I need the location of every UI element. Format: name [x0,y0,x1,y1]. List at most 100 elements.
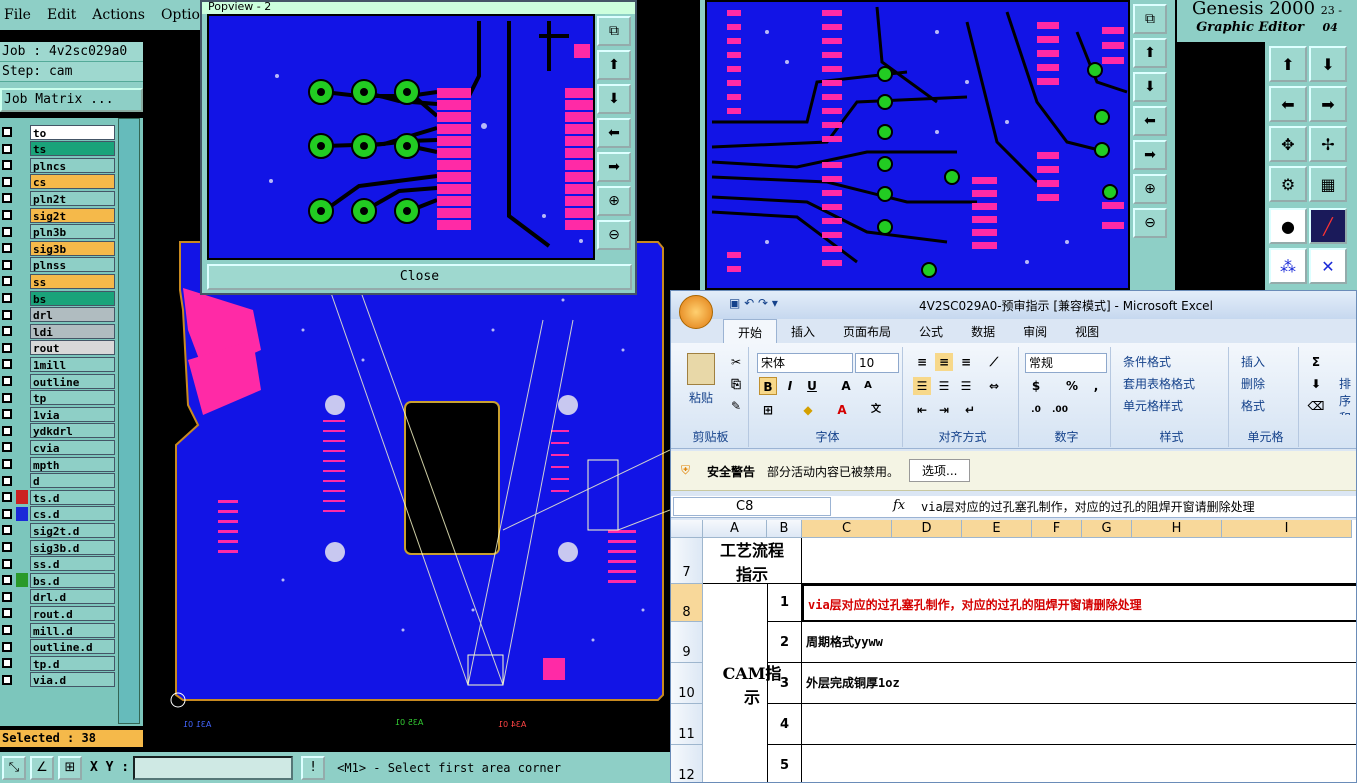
fill-color-icon[interactable]: ◆ [799,401,817,419]
layer-checkbox[interactable] [2,641,12,652]
layer-row[interactable]: plncs [0,157,115,173]
layer-row[interactable]: 1via [0,406,115,422]
zoom-window-icon[interactable]: ⤡ [2,755,26,780]
ribbon-tab[interactable]: 插入 [777,319,829,343]
item-number-cell[interactable]: 3 [767,663,802,704]
layer-name[interactable]: sig2t.d [30,522,115,538]
column-header[interactable]: B [767,520,802,538]
drill-tool-icon[interactable]: ● [1269,208,1307,244]
security-options-button[interactable]: 选项... [909,459,971,482]
layer-checkbox[interactable] [2,226,12,237]
layer-row[interactable]: cs [0,174,115,190]
column-header[interactable]: D [892,520,962,538]
xy-input[interactable] [133,755,294,780]
layer-name[interactable]: via.d [30,672,115,688]
layer-checkbox[interactable] [2,259,12,270]
layer-checkbox[interactable] [2,309,12,320]
conditional-format-button[interactable]: 条件格式 [1123,353,1171,370]
layer-name[interactable]: rout [30,340,115,356]
layer-row[interactable]: mill.d [0,622,115,638]
row-header[interactable]: 8 [671,584,703,622]
instruction-cell[interactable]: 周期格式yyww [802,622,1356,663]
pan-left-icon[interactable]: ⬅ [597,118,631,148]
zoom-in-icon[interactable]: ⊕ [597,186,631,216]
layer-row[interactable]: ts [0,141,115,157]
layer-row[interactable]: sig3b.d [0,539,115,555]
fill-icon[interactable]: ⬇ [1307,375,1325,393]
pan-left-icon[interactable]: ⬅ [1133,106,1167,136]
close-button[interactable]: Close [207,264,632,290]
align-left-icon[interactable]: ☰ [913,377,931,395]
autosum-icon[interactable]: Σ [1307,353,1325,371]
ribbon-tab[interactable]: 审阅 [1009,319,1061,343]
align-right-icon[interactable]: ☰ [957,377,975,395]
layer-name[interactable]: plnss [30,257,115,273]
merge-center-icon[interactable]: ⇔ [985,377,1003,395]
layer-checkbox[interactable] [2,376,12,386]
job-matrix-button[interactable]: Job Matrix ... [0,88,143,112]
layer-checkbox[interactable] [2,276,12,287]
copy-icon[interactable]: ⎘ [727,375,745,393]
percent-icon[interactable]: % [1063,377,1081,395]
layer-row[interactable]: sig2t.d [0,522,115,538]
item-number-cell[interactable]: 1 [767,584,802,622]
wrap-text-icon[interactable]: ↵ [961,401,979,419]
font-size-select[interactable]: 10 [855,353,899,373]
layer-checkbox[interactable] [2,525,12,536]
layer-name[interactable]: cs [30,174,115,190]
layer-row[interactable]: sig2t [0,207,115,223]
pan-down-icon[interactable]: ⬇ [1133,72,1167,102]
zoom-home-icon[interactable]: ⧉ [597,16,631,46]
paste-icon[interactable] [687,353,715,385]
zoom-in-icon[interactable]: ⊕ [1133,174,1167,204]
sort-filter-button[interactable]: 排序和筛选 [1339,375,1355,415]
layer-row[interactable]: cvia [0,439,115,455]
pan-up-icon[interactable]: ⬆ [597,50,631,80]
layer-row[interactable]: d [0,473,115,489]
layer-name[interactable]: d [30,473,115,489]
layer-row[interactable]: ydkdrl [0,423,115,439]
layer-checkbox[interactable] [2,475,12,486]
increase-decimal-icon[interactable]: .0 [1027,401,1045,419]
layer-name[interactable]: sig3b.d [30,539,115,555]
layer-name[interactable]: pln2t [30,190,115,206]
layer-row[interactable]: drl [0,307,115,323]
measure-tool-icon[interactable]: ⚙ [1269,166,1307,202]
italic-icon[interactable]: I [781,377,799,395]
item-number-cell[interactable]: 2 [767,622,802,663]
align-bottom-icon[interactable]: ≡ [957,353,975,371]
column-header[interactable]: E [962,520,1032,538]
pan-right-icon[interactable]: ➡ [1133,140,1167,170]
layer-name[interactable]: plncs [30,157,115,173]
instruction-cell[interactable]: via层对应的过孔塞孔制作，对应的过孔的阻焊开窗请删除处理 [802,584,1356,622]
layer-name[interactable]: 1via [30,406,115,422]
layer-checkbox[interactable] [2,674,12,685]
instruction-cell[interactable] [802,538,1356,584]
ribbon-tab[interactable]: 视图 [1061,319,1113,343]
delete-cells-button[interactable]: 删除 [1241,375,1265,392]
format-cells-button[interactable]: 格式 [1241,397,1265,414]
grid-tool-icon[interactable]: ▦ [1309,166,1347,202]
layer-name[interactable]: cs.d [30,506,115,522]
layer-name[interactable]: ss [30,273,115,289]
name-box[interactable]: C8 [673,497,831,516]
layer-checkbox[interactable] [2,442,12,453]
borders-icon[interactable]: ⊞ [759,401,777,419]
layer-name[interactable]: ss.d [30,556,115,572]
layer-checkbox[interactable] [2,459,12,469]
layer-checkbox[interactable] [2,409,12,420]
zoom-out-icon[interactable]: ⊖ [1133,208,1167,238]
layer-row[interactable]: ss.d [0,556,115,572]
layer-row[interactable]: drl.d [0,589,115,605]
item-number-cell[interactable]: 4 [767,704,802,745]
layer-name[interactable]: cvia [30,439,115,455]
layer-name[interactable]: ts.d [30,489,115,505]
layer-row[interactable]: pln3b [0,224,115,240]
zoom-home-icon[interactable]: ⧉ [1133,4,1167,34]
column-header[interactable]: I [1222,520,1352,538]
layer-checkbox[interactable] [2,558,12,569]
decrease-decimal-icon[interactable]: .00 [1051,401,1069,419]
info-icon[interactable]: ! [301,755,326,780]
layer-checkbox[interactable] [2,591,12,602]
menu-file[interactable]: File [4,7,31,23]
